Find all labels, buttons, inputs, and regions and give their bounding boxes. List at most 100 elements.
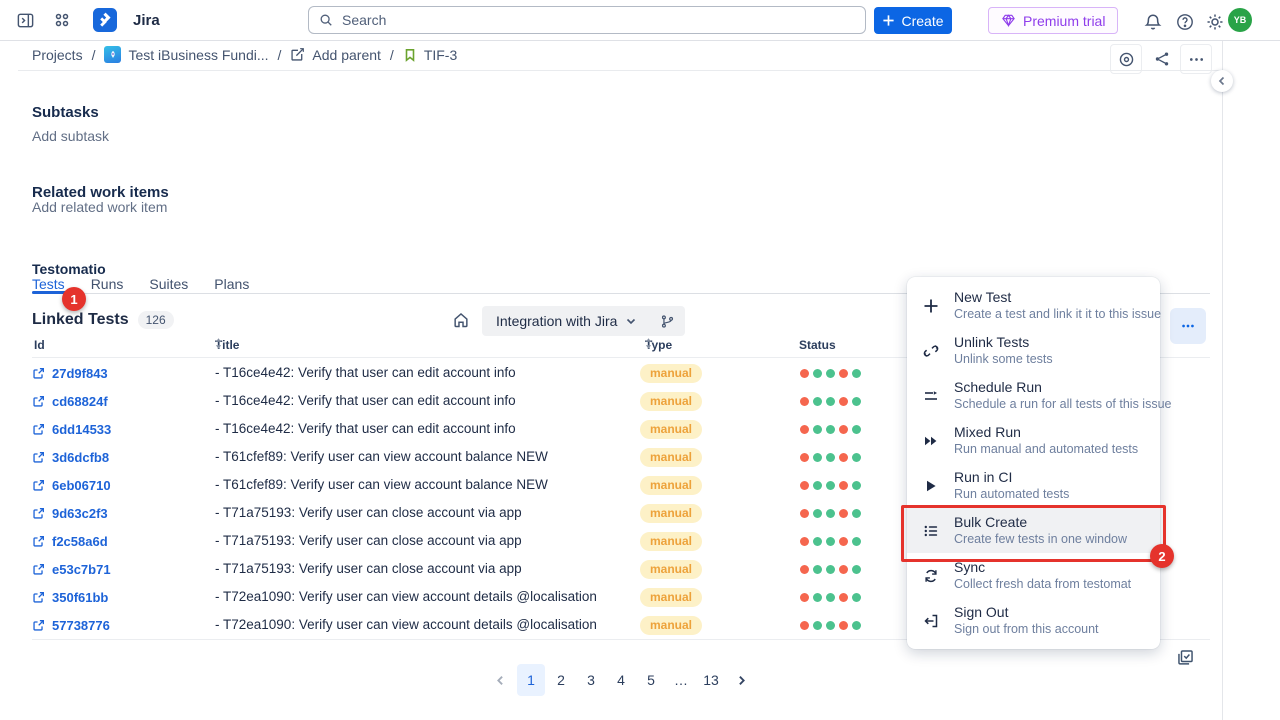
premium-trial-button[interactable]: Premium trial: [988, 7, 1118, 34]
menu-item[interactable]: Unlink Tests Unlink some tests: [907, 328, 1160, 373]
status-dot-red: [800, 537, 809, 546]
sidebar-toggle-button[interactable]: [14, 9, 37, 32]
status-dot-red: [839, 425, 848, 434]
test-id-link[interactable]: f2c58a6d: [52, 534, 108, 549]
help-button[interactable]: [1174, 11, 1196, 33]
test-id-link[interactable]: 27d9f843: [52, 366, 108, 381]
menu-item[interactable]: Schedule Run Schedule a run for all test…: [907, 373, 1160, 418]
chevron-left-icon: [494, 674, 507, 687]
home-button[interactable]: [452, 311, 470, 329]
breadcrumb-project[interactable]: Test iBusiness Fundi...: [104, 46, 268, 63]
pagination-prev-button[interactable]: [486, 674, 515, 687]
collapse-panel-button[interactable]: [1211, 70, 1233, 92]
test-id-cell: 27d9f843: [32, 359, 108, 387]
tab[interactable]: Plans: [214, 276, 249, 292]
status-dot-green: [813, 453, 822, 462]
breadcrumb-projects[interactable]: Projects: [32, 47, 83, 63]
tests-more-actions-button[interactable]: [1170, 308, 1206, 344]
pagination-page[interactable]: 1: [517, 664, 545, 696]
help-icon: [1176, 13, 1194, 31]
add-parent-label: Add parent: [312, 47, 381, 63]
status-dot-green: [826, 621, 835, 630]
project-filter-dropdown[interactable]: Integration with Jira: [482, 306, 685, 336]
notifications-button[interactable]: [1142, 11, 1164, 33]
menu-item[interactable]: Sign Out Sign out from this account: [907, 598, 1160, 643]
menu-item[interactable]: Sync Collect fresh data from testomat: [907, 553, 1160, 598]
global-search[interactable]: [308, 6, 866, 34]
status-dot-red: [839, 593, 848, 602]
test-id-cell: 350f61bb: [32, 583, 108, 611]
chevron-down-icon: [625, 315, 637, 327]
external-link-icon: [32, 563, 45, 576]
status-dot-red: [800, 621, 809, 630]
sign-out-icon: [921, 613, 941, 629]
pagination-page[interactable]: 2: [547, 664, 575, 696]
status-dot-red: [800, 481, 809, 490]
pagination-page[interactable]: …: [667, 664, 695, 696]
test-id-link[interactable]: 9d63c2f3: [52, 506, 108, 521]
menu-item[interactable]: Bulk Create Create few tests in one wind…: [907, 508, 1160, 553]
test-id-link[interactable]: 350f61bb: [52, 590, 108, 605]
test-type-cell: manual: [640, 359, 702, 387]
panel-divider: [1222, 40, 1223, 720]
testomatio-panel-title: Testomatio: [32, 261, 106, 277]
pagination-next-button[interactable]: [727, 674, 756, 687]
test-title-cell: - T16ce4e42: Verify that user can edit a…: [215, 415, 516, 443]
app-title: Jira: [133, 12, 160, 29]
test-id-link[interactable]: 57738776: [52, 618, 110, 633]
test-id-cell: 9d63c2f3: [32, 499, 108, 527]
test-type-cell: manual: [640, 387, 702, 415]
test-id-link[interactable]: e53c7b71: [52, 562, 111, 577]
tab[interactable]: Suites: [149, 276, 188, 292]
pagination: 12345…13: [32, 664, 1210, 696]
app-switcher-button[interactable]: [51, 9, 73, 31]
settings-button[interactable]: [1204, 11, 1226, 33]
pagination-page[interactable]: 3: [577, 664, 605, 696]
tab[interactable]: Tests: [32, 276, 65, 292]
pagination-pages: 12345…13: [517, 664, 725, 696]
test-id-link[interactable]: 6eb06710: [52, 478, 111, 493]
bulk-select-button[interactable]: [1176, 648, 1195, 667]
add-subtask-button[interactable]: Add subtask: [32, 128, 109, 144]
test-type-cell: manual: [640, 499, 702, 527]
sidebar-toggle-icon: [16, 11, 35, 30]
avatar-initials: YB: [1234, 15, 1247, 25]
status-dot-green: [813, 509, 822, 518]
column-header-id[interactable]: Id: [34, 338, 45, 352]
create-button[interactable]: Create: [874, 7, 952, 34]
manual-type-badge: manual: [640, 560, 702, 579]
manual-type-badge: manual: [640, 448, 702, 467]
test-id-cell: 6dd14533: [32, 415, 111, 443]
menu-item[interactable]: Run in CI Run automated tests: [907, 463, 1160, 508]
column-header-status: Status: [799, 338, 836, 352]
external-link-icon: [32, 395, 45, 408]
add-parent-button[interactable]: Add parent: [290, 47, 381, 63]
search-input[interactable]: [340, 11, 855, 29]
menu-item[interactable]: New Test Create a test and link it it to…: [907, 283, 1160, 328]
status-dot-green: [826, 369, 835, 378]
edit-icon: [290, 47, 305, 62]
more-horizontal-icon: [1188, 51, 1205, 68]
add-related-work-item-button[interactable]: Add related work item: [32, 199, 167, 215]
create-button-label: Create: [901, 13, 943, 29]
pagination-page[interactable]: 13: [697, 664, 725, 696]
breadcrumb: Projects / Test iBusiness Fundi... / Add…: [32, 46, 457, 63]
jira-logo[interactable]: [93, 8, 117, 32]
test-status-dots: [800, 387, 865, 415]
manual-type-badge: manual: [640, 420, 702, 439]
pagination-page[interactable]: 5: [637, 664, 665, 696]
external-link-icon: [32, 507, 45, 520]
status-dot-green: [826, 537, 835, 546]
test-id-link[interactable]: cd68824f: [52, 394, 108, 409]
user-avatar[interactable]: YB: [1228, 8, 1252, 32]
subtasks-title: Subtasks: [32, 104, 99, 121]
test-id-link[interactable]: 6dd14533: [52, 422, 111, 437]
tab[interactable]: Runs: [91, 276, 124, 292]
menu-item[interactable]: Mixed Run Run manual and automated tests: [907, 418, 1160, 463]
breadcrumb-issue-key[interactable]: TIF-3: [403, 47, 457, 63]
pagination-page[interactable]: 4: [607, 664, 635, 696]
status-dot-green: [813, 369, 822, 378]
test-id-link[interactable]: 3d6dcfb8: [52, 450, 109, 465]
status-dot-green: [852, 453, 861, 462]
external-link-icon: [32, 619, 45, 632]
